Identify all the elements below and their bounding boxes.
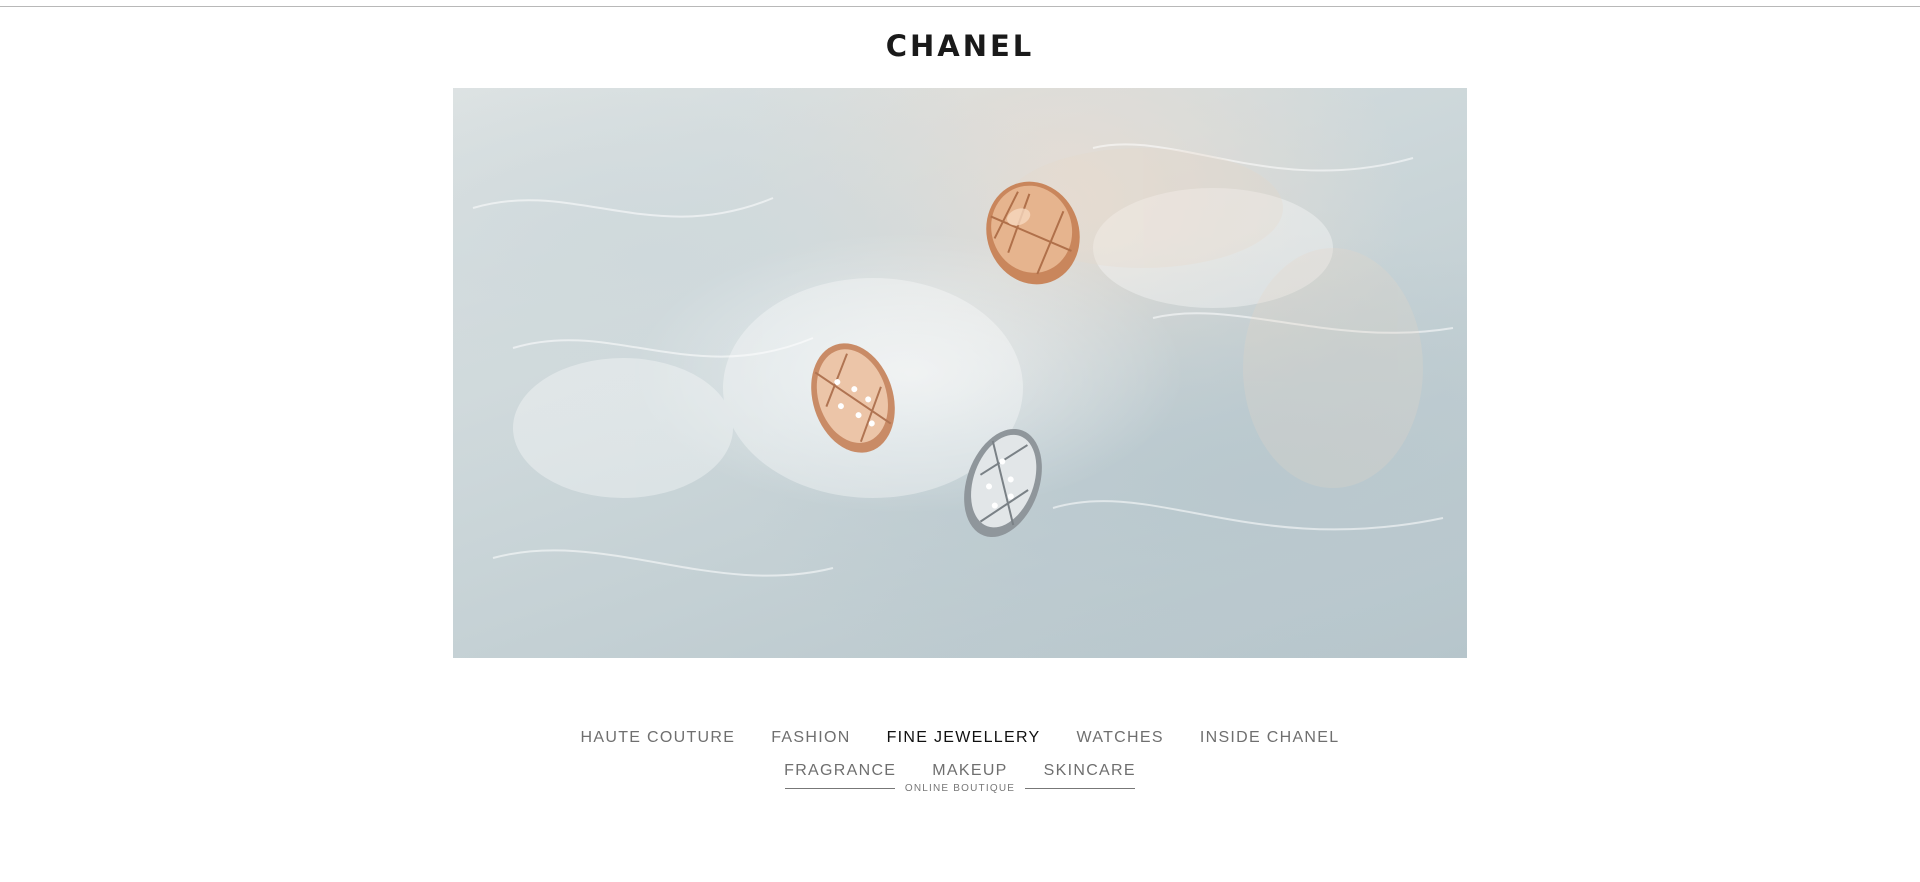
hero-illustration xyxy=(472,143,1454,577)
nav-item-makeup[interactable]: MAKEUP xyxy=(932,761,1007,781)
nav-row-primary: HAUTE COUTURE FASHION FINE JEWELLERY WAT… xyxy=(0,728,1920,748)
nav-item-skincare[interactable]: SKINCARE xyxy=(1044,761,1136,781)
top-divider xyxy=(0,6,1920,7)
nav-item-fine-jewellery[interactable]: FINE JEWELLERY xyxy=(887,728,1041,748)
nav-item-haute-couture[interactable]: HAUTE COUTURE xyxy=(581,728,736,748)
boutique-rule-left xyxy=(784,788,895,789)
boutique-rule-right xyxy=(1025,788,1136,789)
online-boutique-label: ONLINE BOUTIQUE xyxy=(904,783,1016,794)
online-boutique-marker: ONLINE BOUTIQUE xyxy=(0,783,1920,794)
nav-row-secondary: FRAGRANCE MAKEUP SKINCARE xyxy=(0,761,1920,781)
nav-item-watches[interactable]: WATCHES xyxy=(1077,728,1164,748)
main-navigation: HAUTE COUTURE FASHION FINE JEWELLERY WAT… xyxy=(0,728,1920,794)
page: CHANEL HAUTE COUTURE FASHION FINE JEWELL… xyxy=(0,0,1920,882)
chanel-logo[interactable]: CHANEL xyxy=(0,28,1920,64)
nav-item-inside-chanel[interactable]: INSIDE CHANEL xyxy=(1200,728,1340,748)
nav-item-fashion[interactable]: FASHION xyxy=(771,728,850,748)
hero-image[interactable] xyxy=(453,88,1467,658)
nav-item-fragrance[interactable]: FRAGRANCE xyxy=(784,761,896,781)
